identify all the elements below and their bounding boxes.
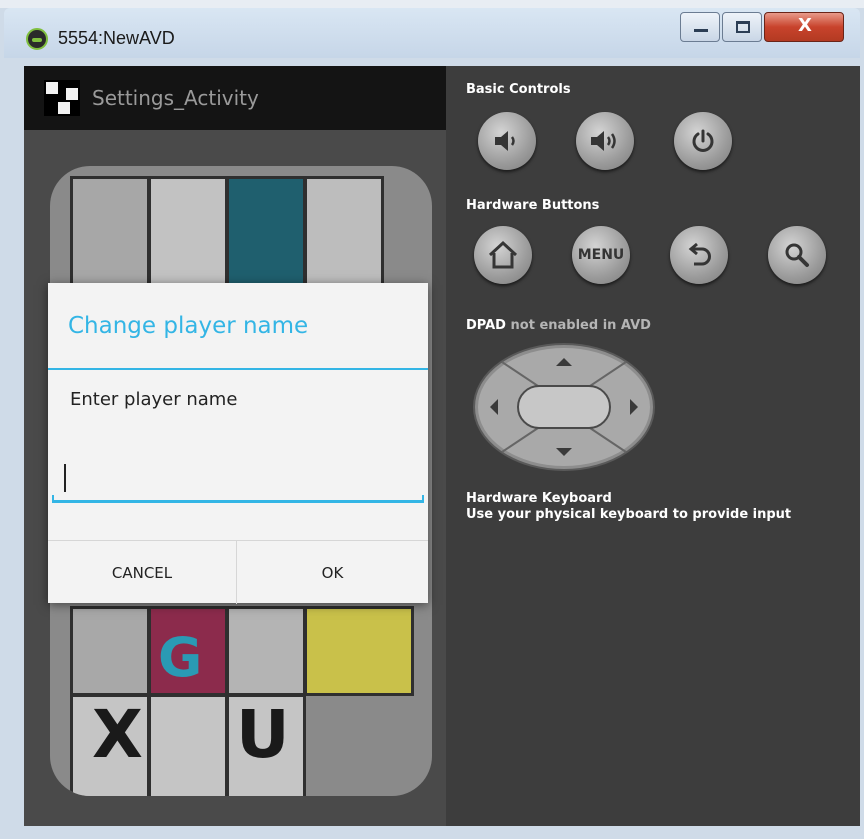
basic-controls-label: Basic Controls	[466, 82, 571, 97]
crossword-letter-u: U	[236, 696, 290, 773]
volume-up-button[interactable]	[576, 112, 634, 170]
crossword-letter-g: G	[158, 626, 203, 689]
minimize-button[interactable]	[680, 12, 720, 42]
dpad-label: DPAD not enabled in AVD	[466, 318, 651, 333]
home-icon	[488, 240, 518, 269]
action-bar: Settings_Activity	[24, 66, 446, 130]
menu-button[interactable]: MENU	[572, 226, 630, 284]
emulator-window: 5554:NewAVD X Settings_Activity G X U Ch…	[0, 0, 864, 839]
minimize-icon	[694, 29, 708, 32]
crossword-letter-x: X	[92, 696, 143, 773]
window-bottom-border	[24, 826, 860, 830]
app-logo-icon	[44, 80, 80, 116]
change-player-name-dialog: Change player name Enter player name CAN…	[48, 283, 428, 604]
background-window-strip	[0, 0, 864, 8]
volume-up-icon	[591, 131, 616, 151]
dialog-title-divider	[48, 368, 428, 370]
power-icon	[692, 129, 714, 152]
text-caret	[64, 464, 66, 492]
ok-button[interactable]: OK	[238, 541, 427, 604]
dpad-label-rest: not enabled in AVD	[510, 318, 651, 333]
back-icon	[688, 242, 711, 266]
maximize-icon	[736, 21, 750, 33]
player-name-input[interactable]	[52, 458, 424, 503]
home-button[interactable]	[474, 226, 532, 284]
search-button[interactable]	[768, 226, 826, 284]
dialog-title: Change player name	[68, 313, 309, 339]
volume-down-button[interactable]	[478, 112, 536, 170]
close-button[interactable]: X	[764, 12, 844, 42]
window-title: 5554:NewAVD	[58, 28, 175, 48]
dialog-message: Enter player name	[70, 389, 238, 410]
emulator-controls-panel: Basic Controls Hardware Buttons MENU DPA…	[446, 66, 860, 826]
search-icon	[785, 243, 809, 267]
action-bar-title: Settings_Activity	[92, 86, 259, 110]
input-underline-right-tick	[422, 495, 424, 503]
android-icon	[26, 28, 48, 50]
dpad-label-bold: DPAD	[466, 318, 506, 333]
maximize-button[interactable]	[722, 12, 762, 42]
close-icon: X	[798, 15, 812, 36]
hardware-keyboard-title: Hardware Keyboard	[466, 491, 612, 506]
cancel-button[interactable]: CANCEL	[48, 541, 237, 604]
volume-down-icon	[495, 131, 515, 151]
input-underline-left-tick	[52, 495, 54, 503]
power-button[interactable]	[674, 112, 732, 170]
hardware-keyboard-info: Hardware Keyboard Use your physical keyb…	[466, 491, 791, 523]
menu-button-label: MENU	[577, 247, 625, 263]
input-underline	[52, 500, 424, 503]
hardware-buttons-label: Hardware Buttons	[466, 198, 600, 213]
dpad[interactable]	[472, 342, 656, 472]
dpad-graphic	[473, 343, 655, 471]
hardware-keyboard-desc: Use your physical keyboard to provide in…	[466, 507, 792, 522]
back-button[interactable]	[670, 226, 728, 284]
dialog-button-row: CANCEL OK	[48, 540, 428, 604]
